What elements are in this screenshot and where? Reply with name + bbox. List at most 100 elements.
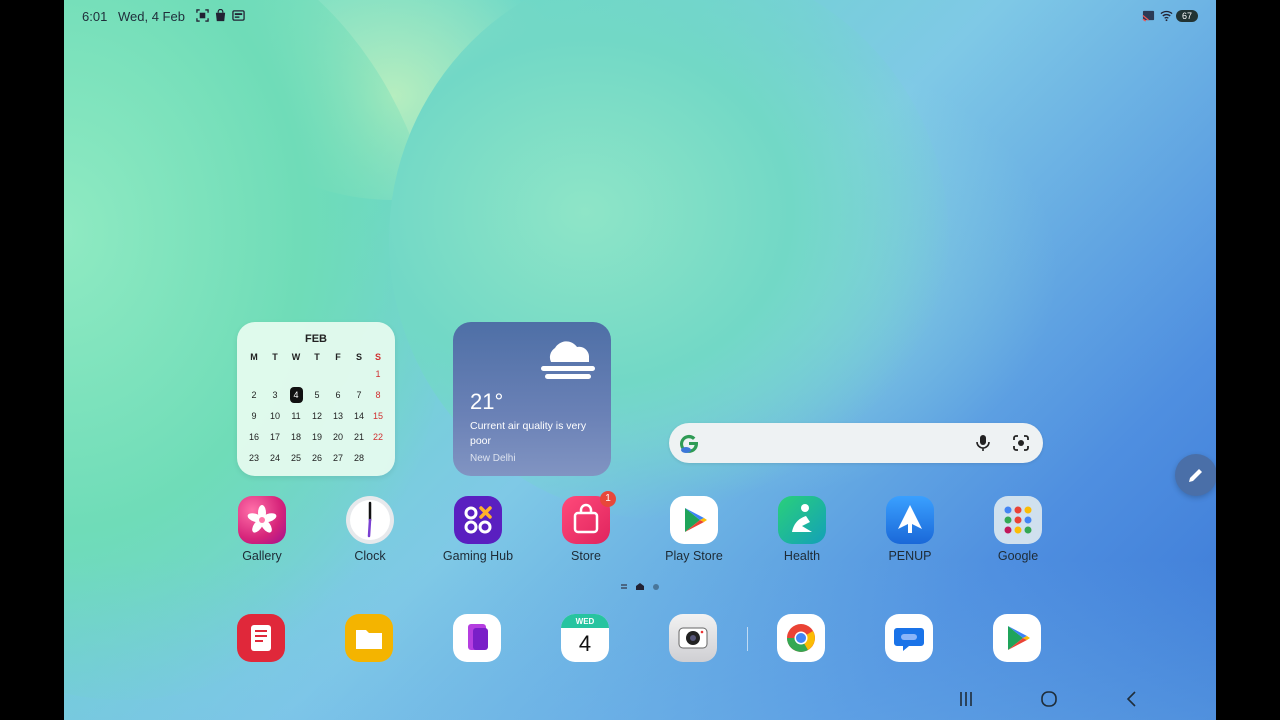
calendar-day[interactable]: 25 xyxy=(286,450,306,466)
calendar-day[interactable]: 16 xyxy=(244,429,264,445)
google-g-icon xyxy=(680,434,698,453)
calendar-day[interactable]: 22 xyxy=(368,429,388,445)
back-icon[interactable] xyxy=(1122,689,1142,709)
calendar-day[interactable]: 15 xyxy=(368,408,388,424)
home-icon[interactable] xyxy=(1039,689,1059,709)
status-date: Wed, 4 Feb xyxy=(118,9,185,24)
status-time: 6:01 xyxy=(82,9,108,24)
messages-icon xyxy=(894,628,924,651)
calendar-today[interactable]: 4 xyxy=(289,387,303,403)
app-label: Clock xyxy=(354,549,386,563)
dock-my-files[interactable] xyxy=(345,614,393,662)
my-files-icon xyxy=(356,630,382,649)
calendar-day[interactable]: 21 xyxy=(349,429,369,445)
calendar-day[interactable]: 12 xyxy=(307,408,327,424)
play-store-icon xyxy=(1008,626,1030,650)
calendar-day[interactable]: 7 xyxy=(349,387,369,403)
calendar-weekday: M xyxy=(250,352,258,362)
calendar-weekday: S xyxy=(374,352,381,362)
notes-icon xyxy=(251,625,271,651)
calendar-weekday: W xyxy=(291,352,301,362)
app-penup[interactable]: PENUP xyxy=(860,496,960,563)
app-gaming-hub[interactable]: Gaming Hub xyxy=(428,496,528,563)
page-indicator[interactable] xyxy=(620,582,660,592)
calendar-weekday: T xyxy=(314,352,320,362)
bookmarks-icon xyxy=(468,624,488,650)
app-store[interactable]: 1 Store xyxy=(536,491,636,563)
dock-notes[interactable] xyxy=(237,614,285,662)
calendar-day[interactable]: 28 xyxy=(349,450,369,466)
calendar-day[interactable]: 2 xyxy=(244,387,264,403)
mic-icon[interactable] xyxy=(973,433,993,453)
dock-bookmarks[interactable] xyxy=(453,614,501,662)
dock-play-store[interactable] xyxy=(993,614,1041,662)
dock-divider xyxy=(747,627,748,651)
calendar-day[interactable]: 14 xyxy=(349,408,369,424)
app-google-folder[interactable]: Google xyxy=(968,496,1068,563)
app-label: Play Store xyxy=(665,549,723,563)
calendar-icon: 4 xyxy=(578,631,592,656)
calendar-day[interactable]: 1 xyxy=(368,366,388,382)
calendar-widget[interactable]: FEB M T W T F S S 1 2 3 4 5 6 7 8 9 10 11 12 13 14 15 16 17 18 19… xyxy=(237,322,395,476)
play-store-icon xyxy=(670,496,718,544)
calendar-day: WED xyxy=(561,614,609,628)
calendar-day[interactable]: 6 xyxy=(328,387,348,403)
lens-icon[interactable] xyxy=(1011,433,1031,453)
battery-indicator: 67 xyxy=(1176,10,1198,22)
store-icon: 1 xyxy=(562,491,616,544)
shopping-bag-icon xyxy=(215,9,226,22)
app-health[interactable]: Health xyxy=(752,496,852,563)
app-gallery[interactable]: Gallery xyxy=(212,496,312,563)
calendar-day[interactable]: 8 xyxy=(368,387,388,403)
news-icon xyxy=(232,10,245,21)
calendar-weekday: S xyxy=(355,352,362,362)
edit-pen-button[interactable] xyxy=(1175,454,1216,496)
app-label: Google xyxy=(997,549,1039,563)
home-screen: 6:01 Wed, 4 Feb 67 FEB MTWTFSS1234567891… xyxy=(64,0,1216,720)
calendar-day[interactable]: 3 xyxy=(265,387,285,403)
dock-camera[interactable] xyxy=(669,614,717,662)
calendar-day[interactable]: 23 xyxy=(244,450,264,466)
camera-icon xyxy=(678,627,708,649)
weather-widget[interactable]: 21° Current air quality is very poor New… xyxy=(453,322,611,476)
calendar-day[interactable]: 9 xyxy=(244,408,264,424)
google-folder-icon xyxy=(994,496,1042,544)
health-icon xyxy=(778,496,826,544)
recents-icon[interactable] xyxy=(956,689,976,709)
weather-location: New Delhi xyxy=(470,453,516,464)
search-bar[interactable] xyxy=(669,423,1043,463)
calendar-day[interactable]: 24 xyxy=(265,450,285,466)
calendar-day[interactable]: 19 xyxy=(307,429,327,445)
app-label: Store xyxy=(571,549,601,563)
calendar-day[interactable]: 26 xyxy=(307,450,327,466)
dock-messages[interactable] xyxy=(885,614,933,662)
wifi-icon xyxy=(1160,10,1173,22)
app-play-store[interactable]: Play Store xyxy=(644,496,744,563)
calendar-day[interactable]: 18 xyxy=(286,429,306,445)
app-label: Gaming Hub xyxy=(442,549,514,563)
calendar-day[interactable]: 10 xyxy=(265,408,285,424)
notification-badge: 1 xyxy=(600,491,616,507)
dock-chrome[interactable] xyxy=(777,614,825,662)
calendar-weekday: T xyxy=(272,352,278,362)
calendar-day[interactable]: 11 xyxy=(286,408,306,424)
calendar-weekday: F xyxy=(335,352,341,362)
dock-calendar[interactable]: WED 4 xyxy=(561,614,609,662)
penup-icon xyxy=(886,496,934,544)
calendar-month: FEB xyxy=(305,333,327,345)
app-label: PENUP xyxy=(888,549,932,563)
weather-description: Current air quality is very poor xyxy=(470,420,587,447)
calendar-day[interactable]: 17 xyxy=(265,429,285,445)
calendar-day[interactable]: 13 xyxy=(328,408,348,424)
calendar-day[interactable]: 20 xyxy=(328,429,348,445)
app-label: Health xyxy=(783,549,821,563)
status-bar: 6:01 Wed, 4 Feb 67 xyxy=(64,0,1216,32)
clock-icon xyxy=(346,496,394,544)
app-clock[interactable]: Clock xyxy=(320,496,420,563)
calendar-day[interactable]: 27 xyxy=(328,450,348,466)
gallery-icon xyxy=(238,496,286,544)
calendar-day[interactable]: 5 xyxy=(307,387,327,403)
fog-icon xyxy=(541,341,595,379)
cast-icon xyxy=(1142,10,1155,22)
app-label: Gallery xyxy=(242,549,282,563)
